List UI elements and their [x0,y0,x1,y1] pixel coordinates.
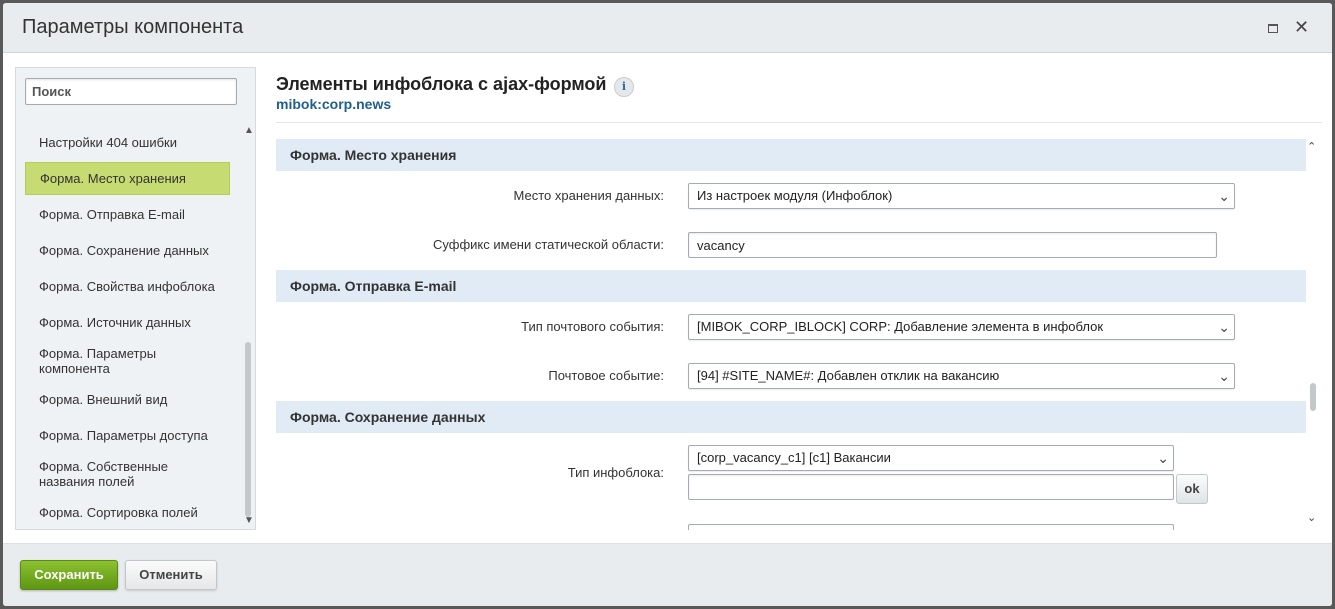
sidebar-item-form-field-sort[interactable]: Форма. Сортировка полей [25,505,230,520]
storage-location-value: Из настроек модуля (Инфоблок) [697,188,893,203]
field-label-iblock-type: Тип инфоблока: [567,465,664,480]
field-label-static-suffix: Суффикс имени статической области: [433,237,664,252]
component-params-dialog: Параметры компонента ✕ ▲ Настройки 404 о… [3,3,1332,606]
maximize-icon[interactable] [1268,24,1278,33]
sidebar-item-form-storage[interactable]: Форма. Место хранения [25,162,230,195]
sidebar-scroll-down-icon[interactable]: ▼ [244,515,254,526]
chevron-down-icon: ⌄ [1218,319,1230,335]
sidebar-item-form-save-data[interactable]: Форма. Сохранение данных [25,243,230,258]
iblock-type-custom-input[interactable] [688,474,1174,500]
sidebar-item-form-iblock-props[interactable]: Форма. Свойства инфоблока [25,279,230,294]
main-scroll-up-icon[interactable]: ⌃ [1307,140,1316,153]
sidebar-item-form-component-params[interactable]: Форма. Параметры компонента [25,346,180,376]
storage-location-select[interactable]: Из настроек модуля (Инфоблок) ⌄ [688,183,1235,209]
sidebar-item-form-email[interactable]: Форма. Отправка E-mail [25,207,230,222]
mail-event-type-select[interactable]: [MIBOK_CORP_IBLOCK] CORP: Добавление эле… [688,314,1235,340]
info-icon[interactable]: i [614,77,634,97]
chevron-down-icon: ⌄ [1218,188,1230,204]
sidebar-item-form-data-source[interactable]: Форма. Источник данных [25,315,230,330]
component-title: Элементы инфоблока с ajax-формой [276,74,607,94]
search-input[interactable] [25,78,237,105]
sidebar: ▲ Настройки 404 ошибки Форма. Место хран… [15,67,256,530]
section-header-email: Форма. Отправка E-mail [276,270,1306,302]
mail-event-select[interactable]: [94] #SITE_NAME#: Добавлен отклик на вак… [688,363,1235,389]
mail-event-value: [94] #SITE_NAME#: Добавлен отклик на вак… [697,368,1000,383]
close-icon[interactable]: ✕ [1294,17,1309,37]
component-code: mibok:corp.news [276,96,392,112]
iblock-type-value: [corp_vacancy_c1] [c1] Вакансии [697,450,891,465]
field-label-mail-event-type: Тип почтового события: [521,319,664,334]
sidebar-scroll-up-icon[interactable]: ▲ [244,125,254,136]
mail-event-type-value: [MIBOK_CORP_IBLOCK] CORP: Добавление эле… [697,319,1104,334]
field-label-storage-location: Место хранения данных: [513,188,664,203]
chevron-down-icon: ⌄ [1218,368,1230,384]
sidebar-item-form-field-names[interactable]: Форма. Собственные названия полей [25,459,190,489]
cancel-button[interactable]: Отменить [125,560,217,590]
main-scroll-down-icon[interactable]: ⌄ [1307,511,1316,524]
chevron-down-icon: ⌄ [1157,450,1169,466]
title-divider [276,122,1322,123]
main-scrollbar-thumb[interactable] [1310,383,1316,411]
iblock-type-select[interactable]: [corp_vacancy_c1] [c1] Вакансии ⌄ [688,445,1174,471]
iblock-select-partial[interactable] [688,524,1174,530]
sidebar-item-404-settings[interactable]: Настройки 404 ошибки [25,135,230,150]
section-header-storage: Форма. Место хранения [276,139,1306,171]
sidebar-item-form-appearance[interactable]: Форма. Внешний вид [25,392,230,407]
ok-button[interactable]: ok [1176,474,1208,504]
dialog-titlebar: Параметры компонента ✕ [3,3,1332,53]
dialog-title: Параметры компонента [22,16,244,38]
sidebar-scrollbar-thumb[interactable] [245,342,251,517]
field-label-mail-event: Почтовое событие: [548,368,664,383]
static-suffix-input[interactable] [688,232,1217,258]
section-header-save-data: Форма. Сохранение данных [276,401,1306,433]
dialog-footer: Сохранить Отменить [3,543,1332,606]
save-button[interactable]: Сохранить [20,560,118,590]
sidebar-item-form-access[interactable]: Форма. Параметры доступа [25,428,230,443]
